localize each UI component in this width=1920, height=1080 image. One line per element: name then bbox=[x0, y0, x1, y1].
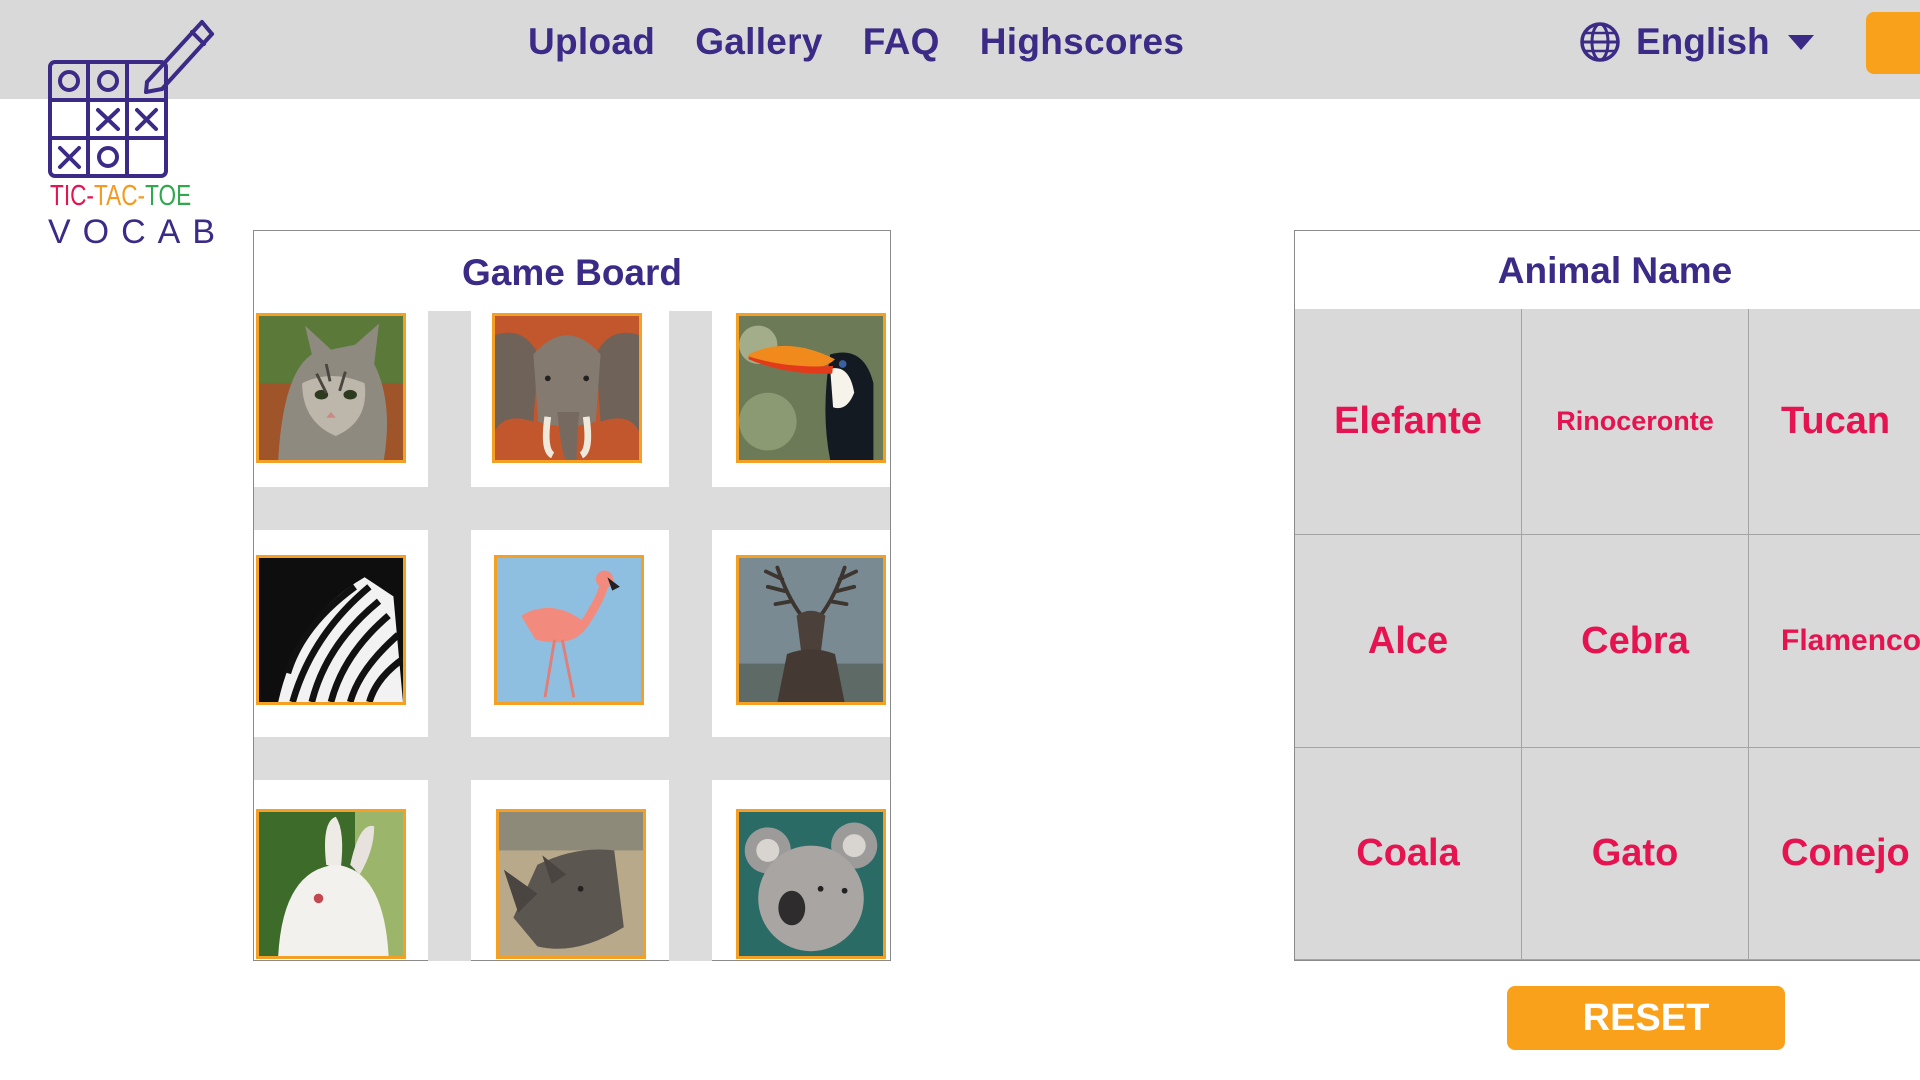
name-card[interactable]: Cebra bbox=[1522, 535, 1749, 748]
globe-icon bbox=[1580, 22, 1620, 62]
account-button[interactable] bbox=[1866, 12, 1920, 74]
board-cell-zebra[interactable] bbox=[256, 555, 406, 705]
board-cell-deer[interactable] bbox=[736, 555, 886, 705]
logo-title: TIC-TAC-TOE bbox=[50, 180, 191, 213]
board-cell-cat[interactable] bbox=[256, 313, 406, 463]
board-grid-line bbox=[669, 311, 712, 961]
language-label: English bbox=[1636, 21, 1770, 62]
nav-faq[interactable]: FAQ bbox=[863, 20, 940, 64]
board-cell-flamingo[interactable] bbox=[494, 555, 644, 705]
name-card[interactable]: Elefante bbox=[1295, 309, 1522, 535]
logo-title-part: TIC- bbox=[50, 180, 94, 212]
board-cell-rhinoceros[interactable] bbox=[496, 809, 646, 959]
nav-upload[interactable]: Upload bbox=[528, 20, 655, 64]
board-grid-line bbox=[254, 487, 890, 530]
name-card[interactable]: Alce bbox=[1295, 535, 1522, 748]
nav-highscores[interactable]: Highscores bbox=[980, 20, 1185, 64]
board-grid-line bbox=[428, 311, 471, 961]
animal-name-panel: Animal Name Elefante Rinoceronte Tucan A… bbox=[1294, 230, 1920, 961]
name-card[interactable]: Tucan bbox=[1749, 309, 1920, 535]
logo-title-part: TOE bbox=[145, 180, 192, 212]
name-card[interactable]: Flamenco bbox=[1749, 535, 1920, 748]
board-cell-toucan[interactable] bbox=[736, 313, 886, 463]
name-card[interactable]: Gato bbox=[1522, 748, 1749, 960]
reset-button[interactable]: RESET bbox=[1507, 986, 1785, 1050]
name-card[interactable]: Coala bbox=[1295, 748, 1522, 960]
name-card[interactable]: Rinoceronte bbox=[1522, 309, 1749, 535]
logo-subtitle: VOCAB bbox=[48, 213, 228, 251]
board-cell-koala[interactable] bbox=[736, 809, 886, 959]
language-selector[interactable]: English bbox=[1578, 20, 1814, 64]
animal-name-title: Animal Name bbox=[1497, 250, 1733, 291]
board-grid-line bbox=[254, 737, 890, 780]
name-card[interactable]: Conejo bbox=[1749, 748, 1920, 960]
nav-gallery[interactable]: Gallery bbox=[695, 20, 823, 64]
board-cell-rabbit[interactable] bbox=[256, 809, 406, 959]
game-board-title: Game Board bbox=[461, 252, 682, 293]
chevron-down-icon bbox=[1787, 34, 1814, 50]
board-cell-elephant[interactable] bbox=[492, 313, 642, 463]
logo-title-part: TAC- bbox=[93, 180, 146, 212]
main-nav: Upload Gallery FAQ Highscores bbox=[528, 20, 1184, 64]
game-board: Game Board bbox=[253, 230, 891, 961]
